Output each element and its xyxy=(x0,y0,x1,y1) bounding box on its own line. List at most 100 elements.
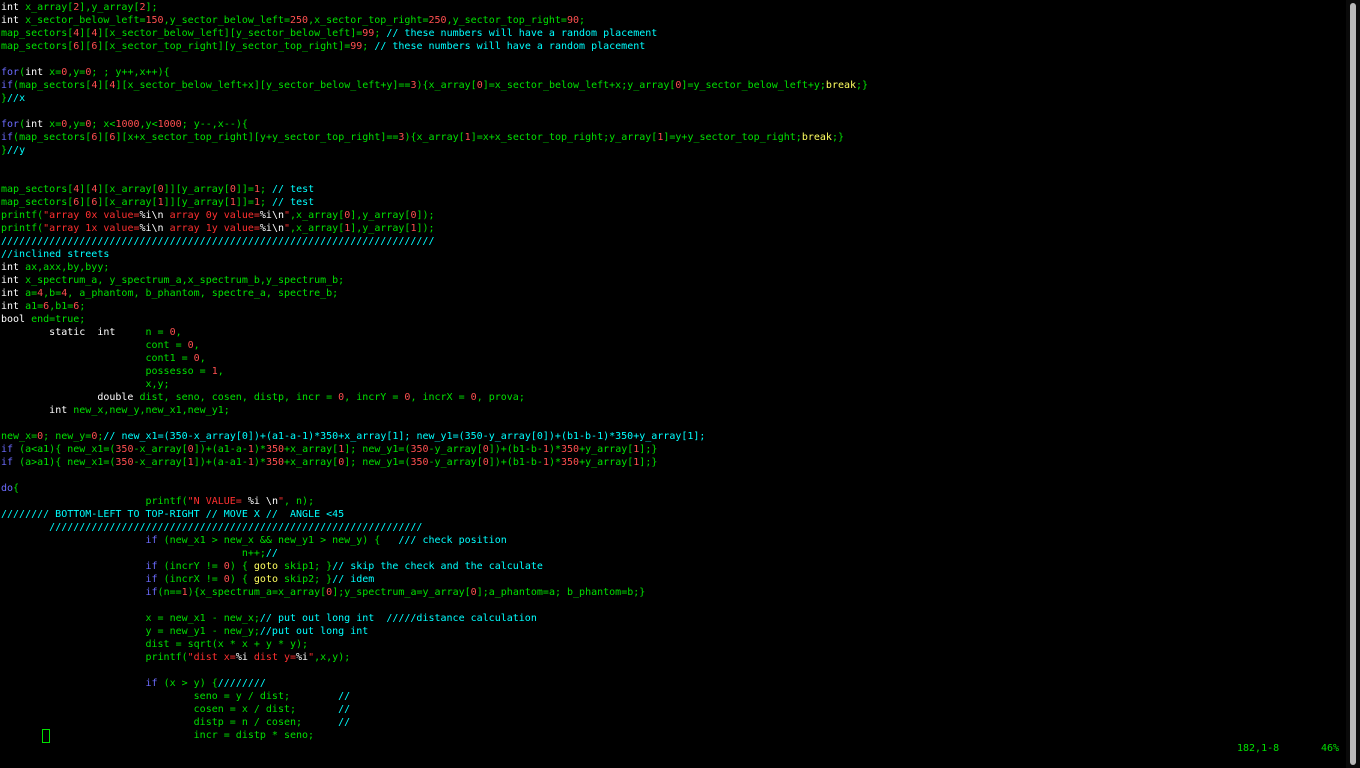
code-token: ];a_phantom=a; b_phantom=b;} xyxy=(476,587,646,598)
code-token: ,x_array[ xyxy=(290,223,345,234)
code-line[interactable]: new_x=0; new_y=0;// new_x1=(350-x_array[… xyxy=(1,430,868,443)
code-line[interactable]: int new_x,new_y,new_x1,new_y1; xyxy=(1,404,868,417)
code-line[interactable] xyxy=(1,664,868,677)
code-token: +x_array[ xyxy=(284,444,339,455)
code-token: // idem xyxy=(332,574,375,585)
code-token: ,x_array[ xyxy=(290,210,345,221)
code-token: // new_x1=(350-x_array[0])+(a1-a-1)*350+… xyxy=(103,431,706,442)
code-line[interactable] xyxy=(1,170,868,183)
code-token: (map_sectors[ xyxy=(13,132,92,143)
code-token: ,x_sector_top_right= xyxy=(308,15,429,26)
code-buffer[interactable]: int x_array[2],y_array[2]; int x_sector_b… xyxy=(1,1,868,742)
code-line[interactable] xyxy=(1,469,868,482)
code-token: 350 xyxy=(410,457,429,468)
code-line[interactable]: cosen = x / dist; // xyxy=(1,703,868,716)
code-token: int xyxy=(1,2,20,13)
code-line[interactable]: map_sectors[6][6][x_array[1]][y_array[1]… xyxy=(1,196,868,209)
code-line[interactable]: bool end=true; xyxy=(1,313,868,326)
code-token: (x > y) { xyxy=(157,678,218,689)
code-token: ];} xyxy=(639,444,658,455)
code-token: //////// xyxy=(217,678,266,689)
scroll-percent-indicator: 46% xyxy=(1321,743,1340,754)
code-line[interactable] xyxy=(1,53,868,66)
code-line[interactable]: cont1 = 0, xyxy=(1,352,868,365)
code-line[interactable]: dist = sqrt(x * x + y * y); xyxy=(1,638,868,651)
code-line[interactable] xyxy=(1,157,868,170)
code-line[interactable]: if(map_sectors[4][4][x_sector_below_left… xyxy=(1,79,868,92)
code-line[interactable]: seno = y / dist; // xyxy=(1,690,868,703)
code-token: printf( xyxy=(1,496,188,507)
code-line[interactable]: if(n==1){x_spectrum_a=x_array[0];y_spect… xyxy=(1,586,868,599)
code-token: ][ xyxy=(79,184,92,195)
code-line[interactable]: x,y; xyxy=(1,378,868,391)
code-token: )* xyxy=(253,457,266,468)
code-token: ) { xyxy=(229,561,254,572)
code-line[interactable]: printf("array 0x value=%i\n array 0y val… xyxy=(1,209,868,222)
code-line[interactable]: for(int x=0,y=0; x<1000,y<1000; y--,x--)… xyxy=(1,118,868,131)
code-token: +x_array[ xyxy=(284,457,339,468)
code-token: int xyxy=(49,405,68,416)
code-line[interactable]: cont = 0, xyxy=(1,339,868,352)
code-line[interactable]: int a1=6,b1=6; xyxy=(1,300,868,313)
code-line[interactable]: for(int x=0,y=0; ; y++,x++){ xyxy=(1,66,868,79)
code-line[interactable]: printf("N VALUE= %i \n", n); xyxy=(1,495,868,508)
code-line[interactable]: distp = n / cosen; // xyxy=(1,716,868,729)
code-line[interactable]: if (incrX != 0) { goto skip2; }// idem xyxy=(1,573,868,586)
code-editor[interactable]: int x_array[2],y_array[2]; int x_sector_b… xyxy=(0,0,1346,768)
code-token: ]=y+y_sector_top_right; xyxy=(663,132,802,143)
code-line[interactable] xyxy=(1,417,868,430)
code-line[interactable]: map_sectors[6][6][x_sector_top_right][y_… xyxy=(1,40,868,53)
code-line[interactable]: int x_spectrum_a, y_spectrum_a,x_spectru… xyxy=(1,274,868,287)
code-line[interactable]: //////// BOTTOM-LEFT TO TOP-RIGHT // MOV… xyxy=(1,508,868,521)
code-line[interactable]: map_sectors[4][4][x_sector_below_left][y… xyxy=(1,27,868,40)
code-token: %i xyxy=(296,652,309,663)
scrollbar-thumb[interactable] xyxy=(1350,3,1356,765)
code-token: 90 xyxy=(566,15,580,26)
vertical-scrollbar[interactable] xyxy=(1346,0,1360,768)
code-token: %i\n xyxy=(259,223,284,234)
code-line[interactable]: static int n = 0, xyxy=(1,326,868,339)
code-token: , n); xyxy=(284,496,315,507)
code-token: n = xyxy=(115,327,170,338)
code-line[interactable]: if (a<a1){ new_x1=(350-x_array[0])+(a1-a… xyxy=(1,443,868,456)
code-line[interactable]: }//x xyxy=(1,92,868,105)
code-line[interactable]: if (a>a1){ new_x1=(350-x_array[1])+(a-a1… xyxy=(1,456,868,469)
code-line[interactable]: int x_array[2],y_array[2]; xyxy=(1,1,868,14)
code-token: ; xyxy=(362,41,375,52)
code-token: 350 xyxy=(561,457,580,468)
code-line[interactable]: //inclined streets xyxy=(1,248,868,261)
code-line[interactable]: }//y xyxy=(1,144,868,157)
code-line[interactable]: if (x > y) {//////// xyxy=(1,677,868,690)
code-line[interactable]: x = new_x1 - new_x;// put out long int /… xyxy=(1,612,868,625)
code-line[interactable]: y = new_y1 - new_y;//put out long int xyxy=(1,625,868,638)
code-line[interactable]: int ax,axx,by,byy; xyxy=(1,261,868,274)
code-line[interactable]: n++;// xyxy=(1,547,868,560)
code-line[interactable] xyxy=(1,105,868,118)
code-line[interactable]: printf("dist x=%i dist y=%i",x,y); xyxy=(1,651,868,664)
code-token: ]; xyxy=(145,2,158,13)
code-line[interactable]: ////////////////////////////////////////… xyxy=(1,235,868,248)
code-token: ][ xyxy=(79,28,92,39)
code-line[interactable]: incr = distp * seno; xyxy=(1,729,868,742)
code-line[interactable]: double dist, seno, cosen, distp, incr = … xyxy=(1,391,868,404)
code-line[interactable]: do{ xyxy=(1,482,868,495)
code-line[interactable]: ////////////////////////////////////////… xyxy=(1,521,868,534)
code-line[interactable] xyxy=(1,599,868,612)
code-token: ; xyxy=(579,15,586,26)
code-line[interactable]: if (new_x1 > new_x && new_y1 > new_y) { … xyxy=(1,534,868,547)
code-token: map_sectors[ xyxy=(1,41,74,52)
code-line[interactable]: printf("array 1x value=%i\n array 1y val… xyxy=(1,222,868,235)
code-token: %i\n xyxy=(139,210,164,221)
code-line[interactable]: if (incrY != 0) { goto skip1; }// skip t… xyxy=(1,560,868,573)
code-line[interactable]: if(map_sectors[6][6][x+x_sector_top_righ… xyxy=(1,131,868,144)
code-token: ][x_array[ xyxy=(97,184,158,195)
code-line[interactable]: possesso = 1, xyxy=(1,365,868,378)
code-line[interactable]: int a=4,b=4, a_phantom, b_phantom, spect… xyxy=(1,287,868,300)
code-token: ; xyxy=(259,197,273,208)
cursor-position-indicator: 182,1-8 xyxy=(1237,743,1280,754)
code-token: (map_sectors[ xyxy=(13,80,92,91)
code-line[interactable]: map_sectors[4][4][x_array[0]][y_array[0]… xyxy=(1,183,868,196)
code-token: x,y; xyxy=(1,379,170,390)
code-line[interactable]: int x_sector_below_left=150,y_sector_bel… xyxy=(1,14,868,27)
